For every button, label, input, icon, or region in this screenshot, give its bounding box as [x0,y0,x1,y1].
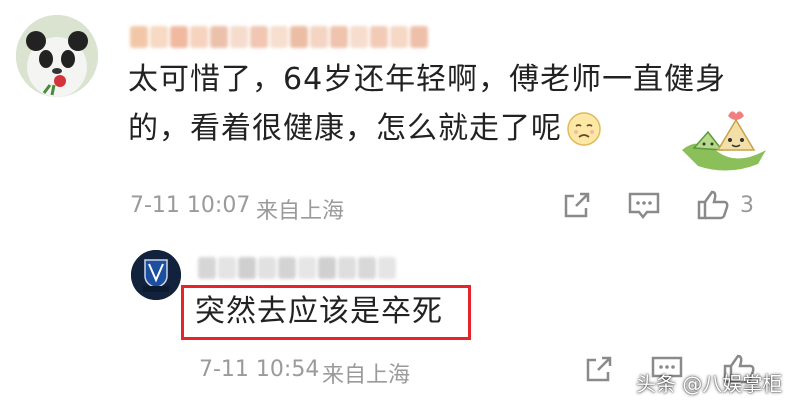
comment-location: 来自上海 [256,199,345,224]
commenter-avatar[interactable] [16,15,98,97]
panda-avatar-image [16,15,98,97]
like-thumb-icon[interactable] [696,189,730,221]
like-count: 3 [740,193,754,218]
share-icon[interactable] [560,190,592,222]
platform-watermark: 头条 @八娱掌柜 [636,372,783,396]
comment-text-line-2: 的，看着很健康，怎么就走了呢 [128,111,562,146]
reply-location: 来自上海 [322,363,411,388]
replier-avatar[interactable] [131,250,181,300]
team-badge-avatar-image [131,250,181,300]
sad-face-emoji-icon [567,111,601,146]
comment-text-line-1: 太可惜了，64岁还年轻啊，傅老师一直健身 [128,62,727,97]
reply-text: 突然去应该是卒死 [195,294,443,329]
reply-timestamp: 7-11 10:54 [199,357,320,382]
zongzi-sticker-icon [682,111,766,171]
replier-username-blurred[interactable] [198,257,396,279]
comment-timestamp: 7-11 10:07 [130,193,251,218]
commenter-username-blurred[interactable] [130,26,428,48]
reply-share-icon[interactable] [582,354,614,386]
reply-comment-icon[interactable] [627,190,661,222]
